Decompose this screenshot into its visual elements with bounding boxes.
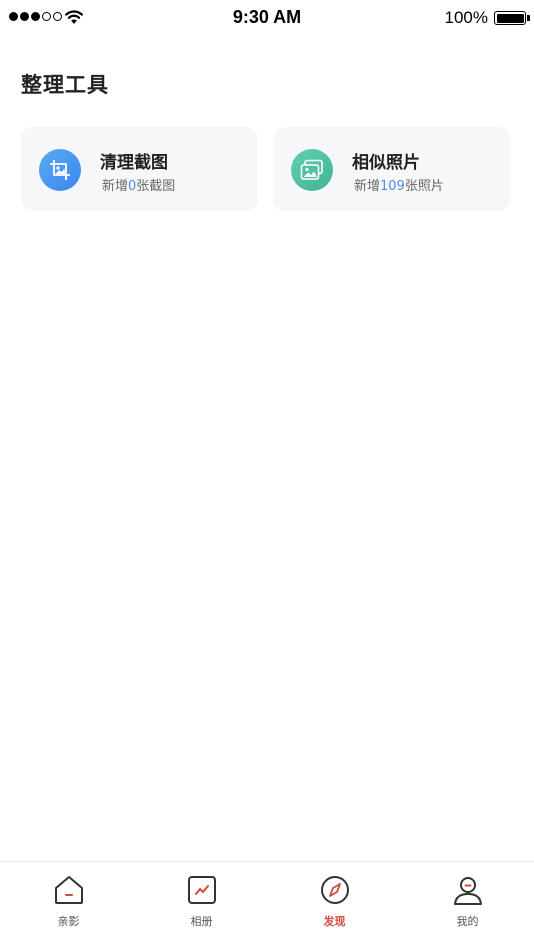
screenshot-crop-icon bbox=[39, 149, 81, 191]
tab-label: 发现 bbox=[323, 915, 346, 928]
tab-label: 我的 bbox=[456, 915, 479, 928]
tab-label: 相册 bbox=[190, 915, 213, 928]
card-title: 清理截图 bbox=[100, 153, 168, 173]
tab-label: 亲影 bbox=[57, 915, 80, 928]
card-sub-prefix: 新增 bbox=[102, 179, 129, 194]
section-title: 整理工具 bbox=[21, 73, 109, 97]
tab-discover[interactable]: 发现 bbox=[268, 862, 401, 942]
tab-bar: 亲影 相册 发现 我的 bbox=[0, 861, 534, 950]
tab-profile[interactable]: 我的 bbox=[401, 862, 534, 942]
card-sub-suffix: 张截图 bbox=[136, 179, 176, 194]
card-sub-suffix: 张照片 bbox=[404, 179, 444, 194]
profile-icon bbox=[453, 877, 482, 905]
card-title: 相似照片 bbox=[352, 153, 420, 173]
card-sub-prefix: 新增 bbox=[354, 179, 381, 194]
battery-icon bbox=[494, 11, 526, 25]
battery-tip bbox=[527, 15, 530, 21]
similar-photos-card[interactable]: 相似照片 新增109张照片 bbox=[273, 127, 510, 211]
card-subtitle: 新增109张照片 bbox=[354, 175, 444, 194]
clean-screenshots-card[interactable]: 清理截图 新增0张截图 bbox=[21, 127, 258, 211]
album-icon bbox=[187, 876, 216, 904]
compass-icon bbox=[320, 876, 349, 904]
battery-percentage: 100% bbox=[444, 8, 488, 27]
similar-photos-icon bbox=[291, 149, 333, 191]
card-subtitle: 新增0张截图 bbox=[102, 175, 175, 194]
tab-home[interactable]: 亲影 bbox=[2, 862, 135, 942]
status-bar: 9:30 AM 100% bbox=[0, 0, 534, 36]
tab-album[interactable]: 相册 bbox=[135, 862, 268, 942]
home-icon bbox=[54, 876, 83, 904]
photo-count: 109 bbox=[380, 179, 405, 194]
